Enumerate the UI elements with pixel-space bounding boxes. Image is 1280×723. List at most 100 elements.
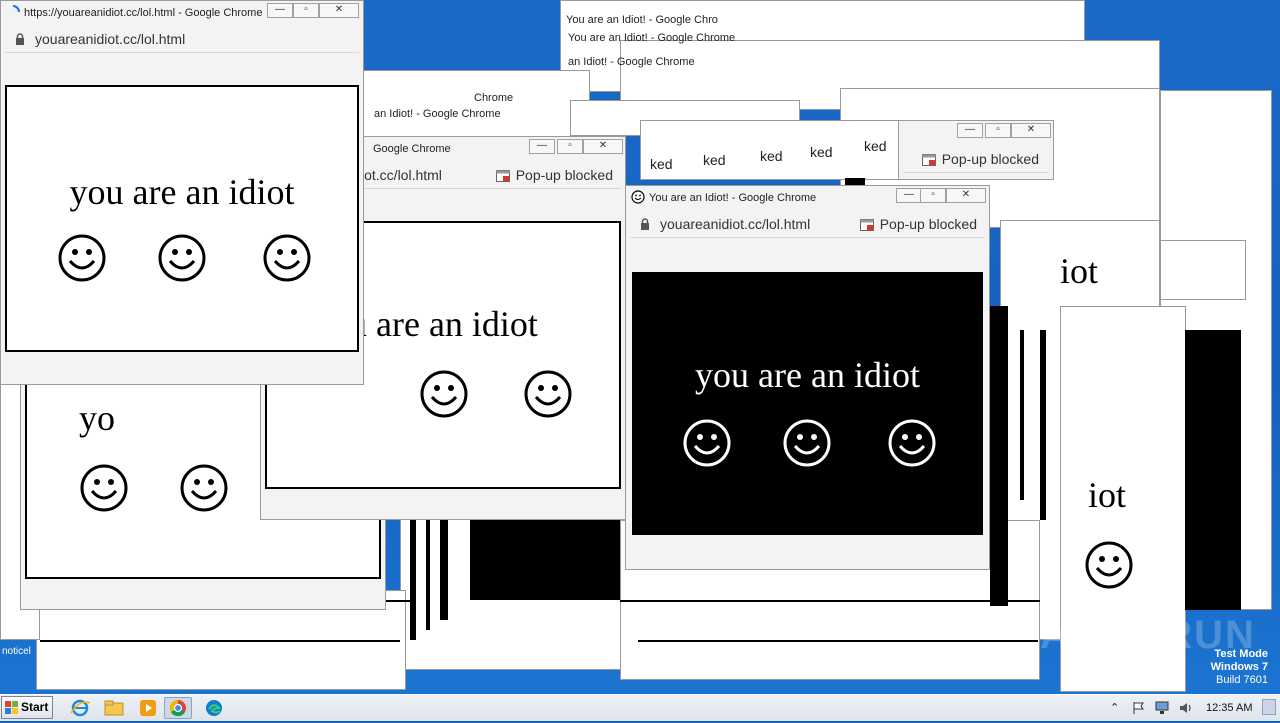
watermark-line: Build 7601: [1216, 674, 1268, 686]
flag-icon[interactable]: [1132, 701, 1146, 715]
glitch-bar: [440, 520, 448, 620]
smiley-icon: [1085, 541, 1133, 589]
popup-address-bar[interactable]: youareanidiot.cc/lol.html: [5, 26, 359, 53]
popup-address-bar[interactable]: Pop-up blocked: [903, 146, 1049, 173]
idiot-text: yo: [79, 398, 115, 438]
glitch-bar: [40, 640, 400, 642]
lock-icon: [16, 33, 24, 45]
watermark-line: Windows 7: [1210, 661, 1268, 673]
tray-clock[interactable]: 12:35 AM: [1206, 695, 1252, 721]
popup-window-right[interactable]: — ▫ ✕ Pop-up blocked: [898, 120, 1054, 180]
taskbar: Start ⌃ 12:35 AM: [0, 694, 1280, 721]
popup-window-main[interactable]: https://youareanidiot.cc/lol.html - Goog…: [0, 0, 364, 385]
show-desktop-button[interactable]: [1262, 699, 1276, 715]
fragment-idiot-text: iot: [1088, 475, 1127, 515]
desktop-icon-label[interactable]: noticel: [2, 646, 31, 657]
windows-logo-icon: [5, 701, 18, 714]
popup-address-bar[interactable]: youareanidiot.cc/lol.html Pop-up blocked: [630, 211, 985, 238]
loading-spinner-icon: [12, 5, 20, 13]
smiley-icon: [783, 419, 831, 467]
glitch-bar: [1020, 330, 1024, 500]
internet-explorer-icon[interactable]: [68, 697, 92, 719]
fragment-blocked: ked: [703, 152, 726, 168]
smiley-icon: [58, 234, 106, 282]
glitch-bar: [410, 520, 416, 640]
smiley-icon: [524, 370, 572, 418]
smiley-icon: [80, 464, 128, 512]
idiot-text: you are an idiot: [69, 172, 295, 212]
fragment-title: You are an Idiot! - Google Chro: [566, 14, 718, 26]
idiot-text: u are an idiot: [349, 304, 538, 344]
fragment-blocked: ked: [760, 148, 783, 164]
popup-blocked-label: Pop-up blocked: [941, 151, 1039, 167]
popup-blocked-label: Pop-up blocked: [879, 216, 977, 232]
popup-url: youareanidiot.cc/lol.html: [35, 31, 186, 47]
maximize-button[interactable]: ▫: [920, 188, 946, 203]
popup-blocked-icon: [921, 154, 936, 166]
idiot-text: you are an idiot: [695, 355, 920, 395]
fragment-idiot-text: iot: [1060, 251, 1099, 291]
desktop: You are an Idiot! - Google Chro You are …: [0, 0, 1280, 694]
popup-blocked-indicator[interactable]: Pop-up blocked: [859, 211, 977, 237]
minimize-button[interactable]: —: [267, 3, 293, 18]
popup-title: Google Chrome: [373, 143, 451, 155]
smiley-icon: [888, 419, 936, 467]
tray-overflow-chevron[interactable]: ⌃: [1110, 695, 1119, 721]
fragment-title: an Idiot! - Google Chrome: [374, 108, 501, 120]
minimize-button[interactable]: —: [529, 139, 555, 154]
close-button[interactable]: ✕: [946, 188, 986, 203]
lock-icon: [641, 218, 649, 230]
popup-blocked-label: Pop-up blocked: [515, 167, 613, 183]
fragment-blocked: ked: [810, 144, 833, 160]
chrome-taskbar-button[interactable]: [164, 697, 192, 719]
popup-title: You are an Idiot! - Google Chrome: [649, 192, 817, 204]
edge-icon[interactable]: [202, 697, 226, 719]
popup-fragment-dark: [990, 306, 1008, 606]
popup-blocked-icon: [495, 170, 510, 182]
popup-titlebar[interactable]: You are an Idiot! - Google Chrome — ▫ ✕: [626, 186, 989, 210]
smiley-icon: [263, 234, 311, 282]
popup-url: iot.cc/lol.html: [361, 167, 442, 183]
glitch-bar: [426, 520, 430, 630]
popup-blocked-indicator[interactable]: Pop-up blocked: [495, 162, 613, 188]
chrome-icon: [169, 699, 186, 717]
fragment-title: You are an Idiot! - Google Chrome: [568, 32, 736, 44]
glitch-bar: [1040, 330, 1046, 520]
popup-blocked-indicator[interactable]: Pop-up blocked: [921, 146, 1039, 172]
maximize-button[interactable]: ▫: [293, 3, 319, 18]
windows-test-mode-watermark: Test Mode Windows 7 Build 7601: [1211, 648, 1268, 687]
popup-fragment: [1160, 240, 1246, 300]
media-player-icon[interactable]: [136, 697, 160, 719]
fragment-blocked: ked: [864, 138, 887, 154]
popup-title: https://youareanidiot.cc/lol.html - Goog…: [24, 7, 263, 19]
popup-blocked-icon: [859, 219, 874, 231]
smiley-icon: [180, 464, 228, 512]
maximize-button[interactable]: ▫: [557, 139, 583, 154]
popup-titlebar[interactable]: https://youareanidiot.cc/lol.html - Goog…: [1, 1, 363, 25]
close-button[interactable]: ✕: [319, 3, 359, 18]
popup-url: youareanidiot.cc/lol.html: [660, 216, 811, 232]
close-button[interactable]: ✕: [1011, 123, 1051, 138]
glitch-bar: [620, 600, 1040, 602]
popup-window-center-dark[interactable]: You are an Idiot! - Google Chrome — ▫ ✕ …: [625, 185, 990, 570]
minimize-button[interactable]: —: [957, 123, 983, 138]
smiley-favicon-icon: [631, 190, 645, 204]
popup-titlebar[interactable]: — ▫ ✕: [899, 121, 1053, 145]
explorer-folder-icon[interactable]: [102, 697, 126, 719]
minimize-button[interactable]: —: [896, 188, 922, 203]
fragment-title: an Idiot! - Google Chrome: [568, 56, 695, 68]
start-label: Start: [21, 700, 49, 714]
fragment-title: Chrome: [474, 92, 514, 104]
smiley-icon: [683, 419, 731, 467]
network-icon[interactable]: [1154, 701, 1170, 715]
maximize-button[interactable]: ▫: [985, 123, 1011, 138]
watermark-line: Test Mode: [1214, 648, 1268, 660]
volume-icon[interactable]: [1178, 701, 1194, 715]
start-button[interactable]: Start: [1, 696, 53, 719]
popup-fragment-dark: [1185, 330, 1241, 610]
glitch-bar: [638, 640, 1038, 642]
fragment-blocked: ked: [650, 156, 673, 172]
smiley-icon: [420, 370, 468, 418]
smiley-icon: [158, 234, 206, 282]
close-button[interactable]: ✕: [583, 139, 623, 154]
